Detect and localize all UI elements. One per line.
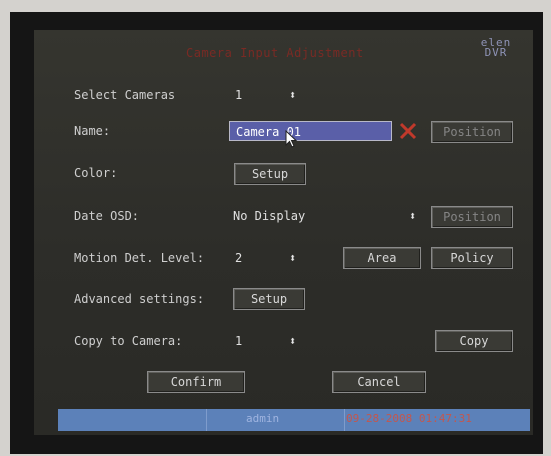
select-camera-spinner-icon[interactable]: ⬍ bbox=[289, 88, 296, 102]
copy-button[interactable]: Copy bbox=[435, 330, 513, 352]
camera-name-field[interactable]: Camera 01 bbox=[229, 121, 392, 141]
brand-text: elen DVR bbox=[480, 36, 512, 59]
motion-level-value[interactable]: 2 bbox=[235, 251, 242, 265]
dialog-title: Camera Input Adjustment bbox=[186, 46, 364, 60]
confirm-button[interactable]: Confirm bbox=[147, 371, 245, 393]
advanced-setup-button[interactable]: Setup bbox=[233, 288, 305, 310]
status-divider bbox=[344, 409, 345, 431]
copy-camera-spinner-icon[interactable]: ⬍ bbox=[289, 334, 296, 348]
motion-level-spinner-icon[interactable]: ⬍ bbox=[289, 251, 296, 265]
name-label: Name: bbox=[74, 124, 111, 138]
mouse-cursor-icon bbox=[285, 129, 299, 148]
date-osd-value[interactable]: No Display bbox=[233, 209, 305, 223]
screen: Camera Input Adjustment elen DVR Select … bbox=[0, 0, 551, 456]
brand-logo: elen DVR bbox=[476, 36, 516, 59]
copy-to-camera-label: Copy to Camera: bbox=[74, 334, 183, 348]
advanced-settings-label: Advanced settings: bbox=[74, 292, 205, 306]
motion-policy-button[interactable]: Policy bbox=[431, 247, 513, 269]
motion-level-label: Motion Det. Level: bbox=[74, 251, 205, 265]
status-user: admin bbox=[246, 412, 280, 425]
clear-name-icon[interactable] bbox=[397, 120, 419, 142]
pointer-arrow-icon bbox=[285, 129, 298, 148]
select-camera-value[interactable]: 1 bbox=[235, 88, 242, 102]
motion-area-button[interactable]: Area bbox=[343, 247, 421, 269]
date-osd-position-button[interactable]: Position bbox=[431, 206, 513, 228]
name-position-button[interactable]: Position bbox=[431, 121, 513, 143]
status-datetime: 09-28-2008 01:47:31 bbox=[346, 412, 472, 425]
red-x-icon bbox=[399, 122, 417, 140]
copy-camera-value[interactable]: 1 bbox=[235, 334, 242, 348]
color-label: Color: bbox=[74, 166, 118, 180]
status-divider bbox=[206, 409, 207, 431]
select-camera-label: Select Cameras bbox=[74, 88, 176, 102]
cancel-button[interactable]: Cancel bbox=[332, 371, 426, 393]
date-osd-spinner-icon[interactable]: ⬍ bbox=[409, 209, 416, 223]
color-setup-button[interactable]: Setup bbox=[234, 163, 306, 185]
date-osd-label: Date OSD: bbox=[74, 209, 140, 223]
